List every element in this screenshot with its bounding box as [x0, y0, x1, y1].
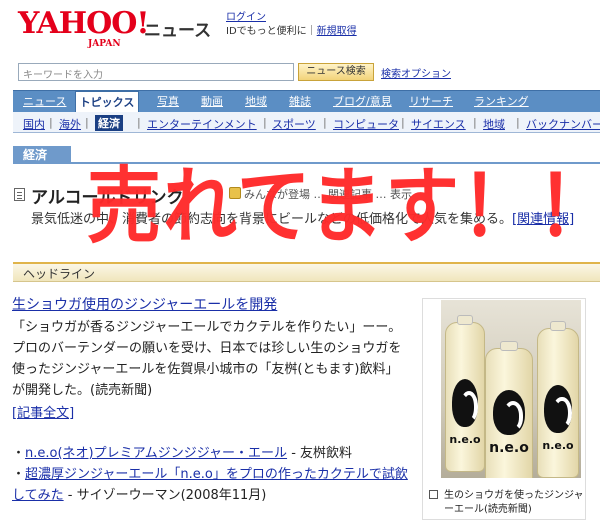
photo-caption: 生のショウガを使ったジンジャーエール(読売新聞)	[444, 490, 584, 515]
bottle-label: n.e.o	[449, 432, 481, 446]
headline-label: ヘッドライン	[23, 267, 96, 281]
bullet: ・	[12, 467, 26, 482]
search-options-link[interactable]: 検索オプション	[381, 65, 451, 80]
headline-title-link[interactable]: 生ショウガ使用のジンジャーエールを開発	[12, 294, 277, 314]
subnav-domestic[interactable]: 国内	[23, 116, 45, 132]
bullet: ・	[12, 446, 26, 461]
subnav-separator: |	[516, 116, 520, 129]
search-input[interactable]: キーワードを入力	[18, 63, 294, 81]
photo-icon	[429, 490, 438, 499]
tab-ranking[interactable]: ランキング	[474, 91, 529, 112]
related-source: - 友桝飲料	[287, 446, 353, 461]
bottle: n.e.o	[485, 341, 533, 478]
sub-nav: 国内 | 海外 | 経済 | エンターテインメント | スポーツ | コンピュー…	[13, 112, 600, 133]
subnav-separator: |	[49, 116, 53, 129]
tab-region[interactable]: 地域	[245, 91, 267, 112]
overlay-banner-text: 売れてます！！	[87, 159, 600, 256]
subnav-science[interactable]: サイエンス	[411, 116, 466, 132]
login-link[interactable]: ログイン	[226, 12, 266, 23]
logo-sub: JAPAN	[88, 39, 121, 49]
headline-bar: ヘッドライン	[13, 262, 600, 282]
bottle-logo-mark	[492, 390, 526, 435]
subnav-separator: |	[137, 116, 141, 129]
bottle-cap	[550, 321, 566, 331]
signup-link[interactable]: 新規取得	[317, 26, 357, 37]
search-button[interactable]: ニュース検索	[298, 63, 374, 81]
subnav-sports[interactable]: スポーツ	[272, 116, 316, 132]
subnav-separator: |	[85, 116, 89, 129]
tab-blog[interactable]: ブログ/意見	[333, 91, 392, 112]
bottle: n.e.o	[445, 315, 485, 472]
logo-text: YAHOO!	[18, 6, 150, 41]
subnav-entertainment[interactable]: エンターテインメント	[147, 116, 257, 132]
document-icon	[14, 188, 25, 201]
yahoo-japan-logo[interactable]: YAHOO! JAPAN	[18, 6, 150, 52]
service-name: ニュース	[144, 21, 212, 41]
category-label: 経済	[13, 146, 71, 164]
subnav-backnumber[interactable]: バックナンバー	[526, 116, 600, 132]
related-item: ・n.e.o(ネオ)プレミアムジンジジャー・エール - 友桝飲料	[12, 443, 412, 464]
tab-photo[interactable]: 写真	[157, 91, 179, 112]
bottle-label: n.e.o	[542, 438, 574, 452]
headline-body: 「ショウガが香るジンジャーエールでカクテルを作りたい」ーー。プロのバーテンダーの…	[12, 320, 402, 398]
full-text-link[interactable]: [記事全文]	[12, 402, 74, 421]
related-source: - サイゾーウーマン(2008年11月)	[63, 488, 267, 503]
bottle: n.e.o	[537, 321, 579, 478]
related-link[interactable]: n.e.o(ネオ)プレミアムジンジジャー・エール	[25, 446, 287, 461]
related-item: ・超濃厚ジンジャーエール「n.e.o」をプロの作ったカクテルで試飲してみた - …	[12, 464, 412, 506]
subnav-economy[interactable]: 経済	[95, 115, 123, 131]
subnav-separator: |	[263, 116, 267, 129]
subnav-world[interactable]: 海外	[59, 116, 81, 132]
bottle-logo-mark	[544, 385, 572, 433]
tab-video[interactable]: 動画	[201, 91, 223, 112]
subnav-separator: |	[473, 116, 477, 129]
login-note: IDでもっと便利に	[226, 26, 307, 37]
tab-research[interactable]: リサーチ	[409, 91, 453, 112]
login-block: ログイン IDでもっと便利に｜新規取得	[226, 12, 357, 37]
bottle-label: n.e.o	[489, 440, 529, 457]
news-photo[interactable]: n.e.o n.e.o n.e.o	[441, 300, 581, 478]
bottle-cap	[499, 341, 519, 351]
tab-magazine[interactable]: 雑誌	[289, 91, 311, 112]
subnav-separator: |	[401, 116, 405, 129]
subnav-separator: |	[323, 116, 327, 129]
main-tabs: ニュース トピックス 写真 動画 地域 雑誌 ブログ/意見 リサーチ ランキング	[13, 90, 600, 112]
bottle-logo-mark	[451, 379, 479, 427]
subnav-region[interactable]: 地域	[483, 116, 505, 132]
subnav-computer[interactable]: コンピュータ	[333, 116, 399, 132]
tab-news[interactable]: ニュース	[23, 91, 66, 112]
tab-topics[interactable]: トピックス	[75, 91, 139, 112]
bottle-cap	[457, 315, 473, 325]
